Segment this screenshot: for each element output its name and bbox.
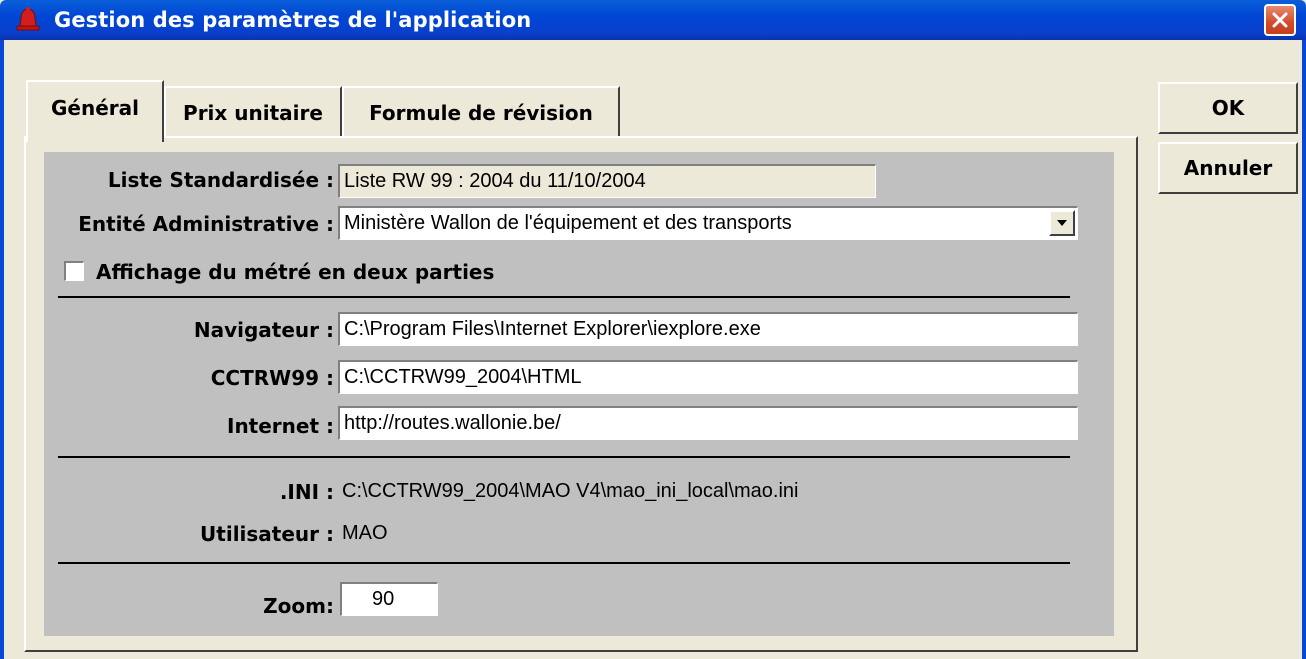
zoom-input[interactable]: 90	[340, 582, 438, 616]
affichage-checkbox[interactable]	[64, 261, 84, 281]
entite-administrative-select[interactable]: Ministère Wallon de l'équipement et des …	[338, 206, 1078, 240]
tab-prix-unitaire-label: Prix unitaire	[183, 101, 323, 125]
window-title: Gestion des paramètres de l'application	[54, 8, 532, 32]
divider	[58, 456, 1070, 458]
tab-general-label: Général	[51, 96, 139, 120]
tab-formule-revision[interactable]: Formule de révision	[342, 86, 620, 138]
app-bell-icon	[14, 6, 42, 34]
navigateur-input[interactable]: C:\Program Files\Internet Explorer\iexpl…	[338, 312, 1078, 346]
ok-button[interactable]: OK	[1158, 82, 1298, 134]
dropdown-button[interactable]	[1049, 210, 1075, 236]
cancel-button[interactable]: Annuler	[1158, 142, 1298, 194]
liste-standardisee-field: Liste RW 99 : 2004 du 11/10/2004	[338, 164, 876, 198]
tab-prix-unitaire[interactable]: Prix unitaire	[164, 86, 342, 138]
utilisateur-label: Utilisateur :	[200, 522, 334, 546]
utilisateur-value: MAO	[342, 522, 388, 544]
title-bar[interactable]: Gestion des paramètres de l'application	[0, 0, 1306, 40]
zoom-label: Zoom:	[263, 594, 334, 618]
chevron-down-icon	[1057, 220, 1067, 226]
ini-path-value: C:\CCTRW99_2004\MAO V4\mao_ini_local\mao…	[342, 480, 799, 502]
navigateur-label: Navigateur :	[193, 318, 334, 342]
internet-label: Internet :	[227, 414, 334, 438]
divider	[58, 562, 1070, 564]
dialog-window: Gestion des paramètres de l'application …	[0, 0, 1306, 659]
liste-standardisee-label: Liste Standardisée :	[107, 168, 334, 192]
window-border-left	[0, 40, 4, 659]
close-icon	[1272, 12, 1288, 28]
window-border-right	[1302, 40, 1306, 659]
cctrw99-label: CCTRW99 :	[210, 366, 334, 390]
close-button[interactable]	[1264, 4, 1296, 36]
tab-general[interactable]: Général	[26, 80, 164, 142]
cctrw99-input[interactable]: C:\CCTRW99_2004\HTML	[338, 360, 1078, 394]
entite-administrative-label: Entité Administrative :	[78, 212, 334, 236]
ini-label: .INI :	[279, 480, 334, 504]
divider	[58, 296, 1070, 298]
affichage-label[interactable]: Affichage du métré en deux parties	[96, 260, 494, 284]
tab-formule-revision-label: Formule de révision	[369, 101, 593, 125]
internet-input[interactable]: http://routes.wallonie.be/	[338, 406, 1078, 440]
entite-administrative-value: Ministère Wallon de l'équipement et des …	[344, 212, 792, 234]
